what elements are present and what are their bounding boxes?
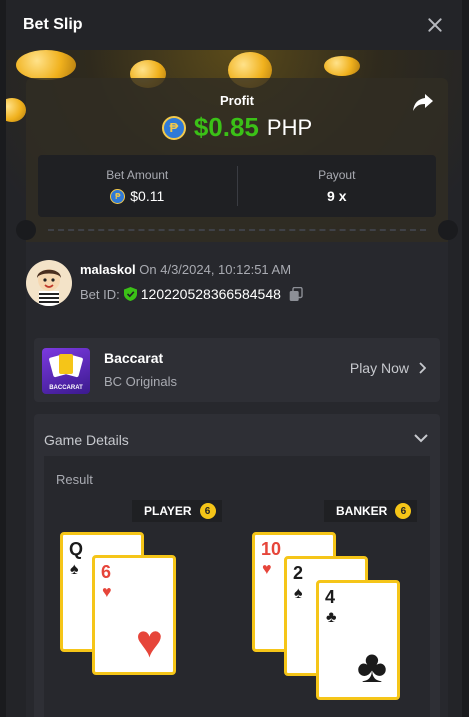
- player-label: PLAYER 6: [132, 500, 222, 522]
- profit-currency: PHP: [266, 114, 313, 140]
- ticket-notch: [438, 220, 458, 240]
- play-now-button[interactable]: Play Now: [350, 360, 426, 376]
- shield-check-icon: [123, 287, 137, 301]
- card-suit: ♥: [262, 561, 272, 578]
- username[interactable]: malaskol: [80, 262, 136, 277]
- result-label: Result: [56, 472, 93, 487]
- play-now-label: Play Now: [349, 360, 409, 376]
- profit-value: $0.85: [193, 112, 259, 142]
- modal-title: Bet Slip: [23, 16, 83, 33]
- banker-label: BANKER 6: [324, 500, 418, 522]
- copy-icon[interactable]: [289, 286, 303, 302]
- card-rank: 6: [101, 562, 112, 582]
- player-score-badge: 6: [199, 503, 216, 519]
- bet-slip-modal: Bet Slip Profit ₱ $0.85 PHP Bet Amount ₱…: [6, 0, 462, 717]
- result-area: Result PLAYER 6 BANKER 6 Q ♠ 6 ♥ ♥ 10 ♥ …: [44, 456, 430, 717]
- dashed-line: [48, 229, 426, 231]
- bet-amount-label: Bet Amount: [106, 168, 169, 182]
- card-rank: 10: [261, 539, 282, 559]
- game-row[interactable]: BACCARAT Baccarat BC Originals Play Now: [34, 338, 440, 402]
- bet-id-value: 120220528366584548: [140, 286, 281, 302]
- bet-amount-value: $0.11: [130, 188, 165, 204]
- profit-label: Profit: [220, 93, 254, 108]
- avatar-image: [37, 269, 61, 306]
- payout: Payout 9 x: [238, 168, 437, 204]
- amounts-panel: Bet Amount ₱ $0.11 Payout 9 x: [38, 155, 436, 217]
- player-label-text: PLAYER: [144, 504, 192, 518]
- user-line: malaskol On 4/3/2024, 10:12:51 AM: [80, 262, 291, 277]
- card-suit-large: ♣: [356, 640, 387, 692]
- card-suit: ♥: [102, 584, 112, 601]
- card-suit: ♣: [326, 609, 337, 626]
- payout-label: Payout: [318, 168, 356, 182]
- card-suit: ♠: [70, 561, 79, 578]
- game-name: Baccarat: [104, 350, 164, 366]
- avatar[interactable]: [26, 260, 72, 306]
- game-provider: BC Originals: [104, 374, 177, 389]
- chevron-right-icon: [419, 362, 426, 374]
- playing-card: 6 ♥ ♥: [92, 555, 176, 675]
- card-rank: 2: [293, 563, 304, 583]
- bet-id-label: Bet ID:: [80, 286, 120, 302]
- bet-amount: Bet Amount ₱ $0.11: [38, 168, 237, 204]
- modal-header: Bet Slip: [6, 0, 462, 50]
- ticket-divider: [16, 218, 458, 242]
- coin-icon: ₱: [110, 188, 126, 204]
- chevron-down-icon[interactable]: [414, 434, 428, 443]
- baccarat-thumbnail[interactable]: BACCARAT: [42, 348, 90, 394]
- coin-icon: ₱: [161, 115, 186, 140]
- bet-amount-value-row: ₱ $0.11: [38, 188, 237, 204]
- bet-details-section: malaskol On 4/3/2024, 10:12:51 AM Bet ID…: [26, 242, 448, 717]
- playing-card: 4 ♣ ♣: [316, 580, 400, 700]
- card-rank: 4: [325, 587, 336, 607]
- card-suit-large: ♥: [135, 615, 163, 667]
- thumbnail-label: BACCARAT: [49, 385, 83, 391]
- banker-score-badge: 6: [395, 503, 412, 519]
- bet-timestamp: On 4/3/2024, 10:12:51 AM: [139, 262, 292, 277]
- bet-slip-content[interactable]: Profit ₱ $0.85 PHP Bet Amount ₱ $0.11 Pa…: [6, 50, 462, 717]
- payout-value: 9 x: [327, 188, 347, 204]
- bet-id-row: Bet ID: 120220528366584548: [80, 286, 303, 302]
- profit-row: ₱ $0.85 PHP: [26, 112, 448, 143]
- banker-label-text: BANKER: [336, 504, 388, 518]
- close-icon[interactable]: [425, 15, 445, 35]
- game-details-title[interactable]: Game Details: [44, 432, 129, 448]
- user-info: malaskol On 4/3/2024, 10:12:51 AM Bet ID…: [26, 260, 448, 314]
- ticket-notch: [16, 220, 36, 240]
- card-rank: Q: [69, 539, 84, 559]
- card-suit: ♠: [294, 585, 303, 602]
- game-details-panel: Game Details Result PLAYER 6 BANKER 6 Q …: [34, 414, 440, 717]
